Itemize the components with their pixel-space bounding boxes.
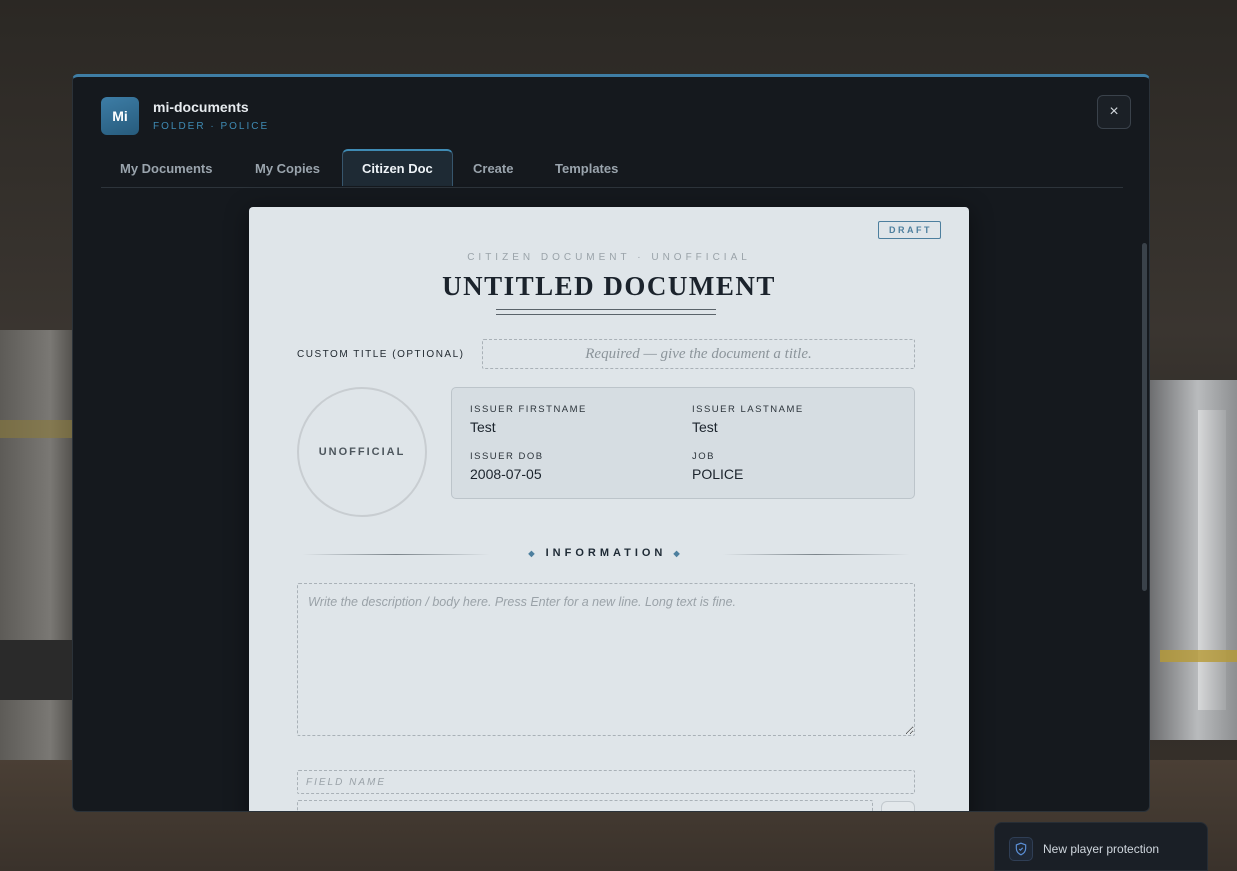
field-name-input[interactable] [297, 770, 915, 794]
documents-window: Mi mi-documents FOLDER · POLICE × My Doc… [72, 74, 1150, 812]
section-label: ◆ INFORMATION ◆ [297, 547, 915, 559]
custom-title-input[interactable] [482, 339, 915, 369]
background-wall-left [0, 330, 72, 790]
status-badge: DRAFT [878, 221, 941, 239]
document-title: UNTITLED DOCUMENT [442, 271, 776, 301]
issuer-dob: ISSUER DOB 2008-07-05 [470, 451, 544, 482]
document-paper: DRAFT CITIZEN DOCUMENT · UNOFFICIAL UNTI… [249, 207, 969, 811]
add-field-button[interactable] [881, 801, 915, 811]
background-stripe-right [1160, 650, 1237, 662]
issuer-job-label: JOB [692, 451, 715, 462]
tab-my-documents[interactable]: My Documents [101, 149, 231, 186]
diamond-icon: ◆ [673, 549, 684, 558]
app-logo: Mi [101, 97, 139, 135]
issuer-lastname: ISSUER LASTNAME Test [692, 404, 804, 435]
issuer-firstname-value: Test [470, 419, 496, 435]
description-textarea[interactable] [297, 583, 915, 736]
document-kicker: CITIZEN DOCUMENT · UNOFFICIAL [467, 252, 751, 263]
issuer-info-card: ISSUER FIRSTNAME Test ISSUER LASTNAME Te… [451, 387, 915, 499]
document-seal: UNOFFICIAL [297, 387, 427, 517]
close-icon: × [1109, 103, 1119, 120]
close-button[interactable]: × [1097, 95, 1131, 129]
title-divider [496, 309, 716, 315]
scrollbar[interactable] [1142, 243, 1147, 591]
field-value-input[interactable] [297, 800, 873, 811]
app-title: mi-documents [153, 99, 249, 115]
custom-title-label: CUSTOM TITLE (OPTIONAL) [297, 349, 465, 360]
tab-templates[interactable]: Templates [536, 149, 637, 186]
section-title: INFORMATION [545, 547, 667, 559]
tab-my-copies[interactable]: My Copies [236, 149, 339, 186]
section-header: ◆ INFORMATION ◆ [297, 547, 915, 561]
background-stripe-left [0, 420, 72, 438]
issuer-lastname-label: ISSUER LASTNAME [692, 404, 804, 415]
shield-icon [1009, 837, 1033, 861]
issuer-dob-value: 2008-07-05 [470, 466, 542, 482]
issuer-firstname-label: ISSUER FIRSTNAME [470, 404, 587, 415]
diamond-icon: ◆ [528, 549, 539, 558]
background-pillar-right [1198, 410, 1226, 710]
issuer-lastname-value: Test [692, 419, 718, 435]
issuer-job: JOB POLICE [692, 451, 743, 482]
app-subtitle: FOLDER · POLICE [153, 121, 270, 132]
toast-text: New player protection [1043, 842, 1160, 856]
tab-create[interactable]: Create [454, 149, 532, 186]
tab-bar: My Documents My Copies Citizen Doc Creat… [101, 149, 1123, 188]
issuer-firstname: ISSUER FIRSTNAME Test [470, 404, 587, 435]
seal-text: UNOFFICIAL [318, 446, 406, 458]
issuer-job-value: POLICE [692, 466, 744, 482]
tab-citizen-doc[interactable]: Citizen Doc [342, 149, 453, 186]
background-shadow-left [0, 640, 72, 700]
notification-toast: New player protection [994, 822, 1208, 871]
issuer-dob-label: ISSUER DOB [470, 451, 544, 462]
